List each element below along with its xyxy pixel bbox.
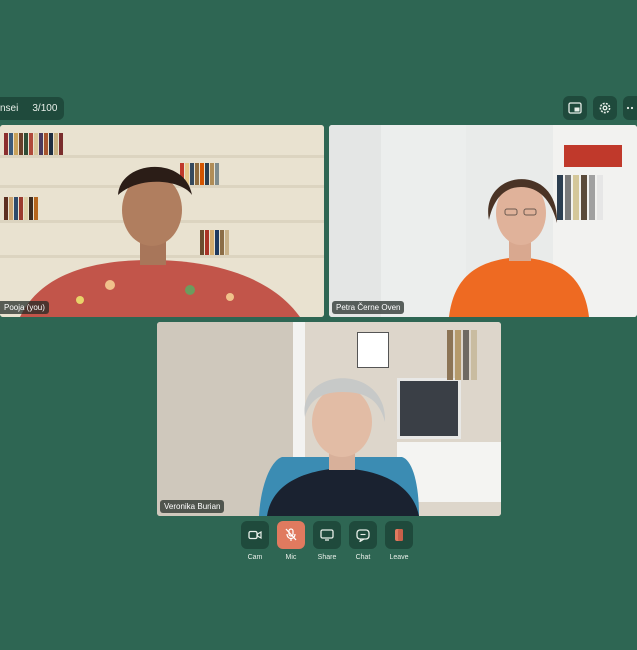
- leave-icon: [395, 529, 403, 541]
- picture-in-picture-button[interactable]: [563, 96, 587, 120]
- video-tile-pooja[interactable]: Pooja (you): [0, 125, 324, 317]
- call-controls: Cam Mic Share Chat Leave: [241, 521, 413, 561]
- cam-label: Cam: [247, 554, 263, 561]
- room-name: nsei: [0, 103, 19, 114]
- mic-button[interactable]: [277, 521, 305, 549]
- participant-video-veronika: [259, 378, 419, 516]
- mic-label: Mic: [285, 554, 297, 561]
- chat-control[interactable]: Chat: [349, 521, 377, 561]
- cam-button[interactable]: [241, 521, 269, 549]
- room-info-bar: nsei 3/100: [0, 97, 65, 120]
- chat-label: Chat: [355, 554, 371, 561]
- share-button[interactable]: [313, 521, 341, 549]
- settings-button[interactable]: [593, 96, 617, 120]
- mic-muted-icon: [285, 528, 297, 541]
- leave-button[interactable]: [385, 521, 413, 549]
- video-tile-petra[interactable]: Petra Černe Oven: [329, 125, 637, 317]
- chat-icon: [356, 528, 370, 542]
- picture-in-picture-icon: [568, 102, 582, 114]
- share-control[interactable]: Share: [313, 521, 341, 561]
- share-label: Share: [317, 554, 337, 561]
- leave-label: Leave: [389, 554, 409, 561]
- participant-name-petra: Petra Černe Oven: [332, 301, 405, 314]
- participant-count: 3/100: [32, 103, 58, 114]
- chat-button[interactable]: [349, 521, 377, 549]
- participant-video-pooja: [20, 166, 300, 317]
- screen-share-icon: [320, 529, 334, 541]
- more-icon: [626, 106, 634, 110]
- leave-control[interactable]: Leave: [385, 521, 413, 561]
- mic-control[interactable]: Mic: [277, 521, 305, 561]
- camera-icon: [248, 530, 262, 540]
- video-tile-veronika[interactable]: Veronika Burian: [157, 322, 501, 516]
- participant-video-petra: [449, 179, 589, 317]
- more-button[interactable]: [623, 96, 637, 120]
- participant-name-veronika: Veronika Burian: [160, 500, 225, 513]
- gear-icon: [599, 102, 611, 114]
- top-right-toolbar: [563, 96, 637, 120]
- participant-name-pooja: Pooja (you): [0, 301, 49, 314]
- cam-control[interactable]: Cam: [241, 521, 269, 561]
